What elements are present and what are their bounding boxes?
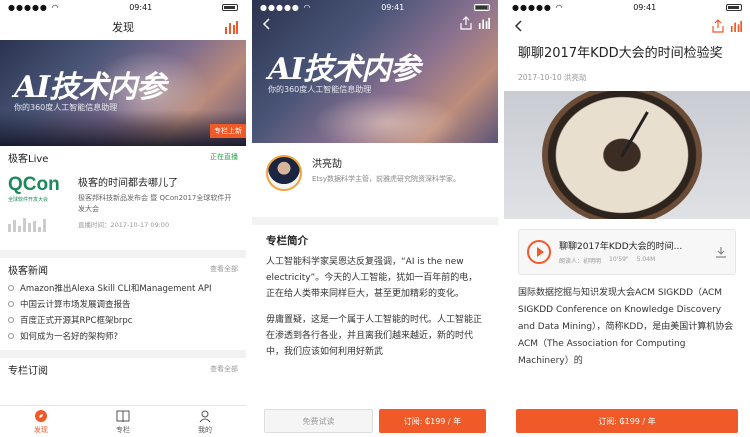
- share-icon[interactable]: [712, 19, 724, 33]
- signal-icon: ●●●●● ◠: [512, 2, 564, 12]
- intro-paragraph: 人工智能科学家吴恩达反复强调，“AI is the new electricit…: [266, 257, 478, 299]
- article-body: 聊聊2017年KDD大会的时间检验奖 2017-10-10 洪亮劼 聊聊2017…: [504, 40, 750, 374]
- section-title: 专栏订阅: [8, 365, 48, 377]
- list-item[interactable]: 如何成为一名好的架构师?: [8, 328, 238, 344]
- bullet-icon: [8, 285, 14, 291]
- chart-bars-icon[interactable]: [224, 20, 238, 34]
- status-bar: ●●●●● ◠ 09:41: [0, 0, 246, 14]
- article-meta: 2017-10-10 洪亮劼: [518, 73, 587, 82]
- discover-screen: ●●●●● ◠ 09:41 发现 AI技术内参 你的360度人工智能信息助理 专…: [0, 0, 246, 437]
- battery-icon: [474, 3, 490, 11]
- live-title: 极客的时间都去哪儿了: [78, 178, 178, 189]
- banner-subtitle: 你的360度人工智能信息助理: [268, 85, 372, 94]
- bullet-icon: [8, 333, 14, 339]
- audio-title: 聊聊2017年KDD大会的时间...: [559, 242, 683, 252]
- intro-paragraph: 毋庸置疑，这是一个属于人工智能的时代。人工智能正在渗透到各行各业，并且离我们越来…: [266, 315, 483, 357]
- column-section-header: 专栏订阅 查看全部: [0, 358, 246, 380]
- bottom-actions: 免费试读 订阅: ₲199 / 年: [252, 405, 498, 437]
- audio-player[interactable]: 聊聊2017年KDD大会的时间... 朗读人：初明明 10'59" 5.04M: [518, 229, 736, 275]
- live-desc: 极客邦科技新品发布会 暨 QCon2017全球软件开发大会: [78, 194, 232, 213]
- share-icon[interactable]: [460, 16, 472, 30]
- battery-icon: [222, 3, 238, 11]
- banner-tag: 专栏上新: [210, 124, 246, 138]
- live-time: 直播时间：2017-10-17 09:00: [78, 221, 170, 229]
- status-time: 09:41: [633, 2, 657, 12]
- intro-title: 专栏简介: [266, 235, 308, 247]
- audio-size: 5.04M: [636, 256, 656, 263]
- nav-bar: [504, 14, 750, 40]
- promo-banner[interactable]: AI技术内参 你的360度人工智能信息助理 专栏上新: [0, 40, 246, 146]
- tab-bar: 发现 专栏 我的: [0, 405, 246, 437]
- tab-discover[interactable]: 发现: [0, 406, 82, 437]
- tab-label: 发现: [34, 425, 48, 434]
- column-detail-screen: ●●●●● ◠ 09:41 AI技术内参 你的360度人工智能信息助理 洪亮劼 …: [252, 0, 498, 437]
- news-list: Amazon推出Alexa Skill CLI和Management API 中…: [0, 280, 246, 344]
- chart-bars-icon[interactable]: [730, 19, 742, 33]
- book-icon: [116, 410, 130, 422]
- signal-icon: ●●●●● ◠: [8, 2, 60, 12]
- column-banner: ●●●●● ◠ 09:41 AI技术内参 你的360度人工智能信息助理: [252, 0, 498, 143]
- back-icon[interactable]: [262, 18, 272, 30]
- article-paragraph: 国际数据挖掘与知识发现大会ACM SIGKDD（ACM SIGKDD Confe…: [518, 288, 734, 366]
- section-title: 极客Live: [8, 153, 49, 165]
- signal-icon: ●●●●● ◠: [260, 2, 312, 12]
- status-bar: ●●●●● ◠ 09:41: [252, 0, 498, 14]
- author-name: 洪亮劼: [312, 159, 342, 170]
- compass-icon: [35, 409, 47, 422]
- battery-icon: [726, 3, 742, 11]
- chart-bars-icon[interactable]: [478, 16, 490, 30]
- qcon-logo-text: QCon: [8, 174, 60, 195]
- news-section-header: 极客新闻 查看全部: [0, 258, 246, 280]
- status-bar: ●●●●● ◠ 09:41: [504, 0, 750, 14]
- bullet-icon: [8, 301, 14, 307]
- audio-reader: 朗读人：初明明: [559, 258, 602, 265]
- user-icon: [199, 410, 211, 422]
- article-image: [504, 91, 750, 219]
- list-item[interactable]: 中国云计算市场发展调查报告: [8, 296, 238, 312]
- tab-label: 我的: [198, 425, 212, 434]
- news-title: Amazon推出Alexa Skill CLI和Management API: [20, 284, 212, 294]
- subscribe-button[interactable]: 订阅: ₲199 / 年: [516, 409, 738, 433]
- qcon-logo: QCon 全球软件开发大会: [8, 174, 70, 232]
- bullet-icon: [8, 317, 14, 323]
- author-desc: Etsy数据科学主管，前雅虎研究院资深科学家。: [312, 175, 460, 183]
- tab-column[interactable]: 专栏: [82, 406, 164, 437]
- status-time: 09:41: [381, 2, 405, 12]
- page-title: 发现: [112, 21, 134, 34]
- status-time: 09:41: [129, 2, 153, 12]
- live-section-header: 极客Live 正在直播: [0, 146, 246, 168]
- news-title: 如何成为一名好的架构师?: [20, 332, 119, 342]
- banner-subtitle: 你的360度人工智能信息助理: [14, 103, 118, 112]
- nav-bar: 发现: [0, 14, 246, 40]
- article-title: 聊聊2017年KDD大会的时间检验奖: [518, 46, 723, 61]
- tab-label: 专栏: [116, 425, 130, 434]
- play-icon[interactable]: [527, 240, 551, 264]
- free-trial-button[interactable]: 免费试读: [264, 409, 373, 433]
- banner-title: AI技术内参: [14, 70, 166, 105]
- list-item[interactable]: 百度正式开源其RPC框架brpc: [8, 312, 238, 328]
- subscribe-button[interactable]: 订阅: ₲199 / 年: [379, 409, 486, 433]
- banner-title: AI技术内参: [268, 52, 420, 87]
- list-item[interactable]: Amazon推出Alexa Skill CLI和Management API: [8, 280, 238, 296]
- news-title: 中国云计算市场发展调查报告: [20, 300, 131, 310]
- live-card[interactable]: QCon 全球软件开发大会 极客的时间都去哪儿了 极客邦科技新品发布会 暨 QC…: [0, 168, 246, 250]
- news-title: 百度正式开源其RPC框架brpc: [20, 316, 133, 326]
- avatar: [266, 155, 302, 191]
- author-card[interactable]: 洪亮劼 Etsy数据科学主管，前雅虎研究院资深科学家。: [252, 143, 498, 217]
- back-icon[interactable]: [514, 20, 524, 32]
- qcon-logo-caption: 全球软件开发大会: [8, 197, 49, 203]
- audio-duration: 10'59": [609, 256, 629, 263]
- news-more-link[interactable]: 查看全部: [210, 264, 238, 274]
- column-intro: 专栏简介 人工智能科学家吴恩达反复强调，“AI is the new elect…: [252, 225, 498, 378]
- article-screen: ●●●●● ◠ 09:41 聊聊2017年KDD大会的时间检验奖 2017-10…: [504, 0, 750, 437]
- section-title: 极客新闻: [8, 265, 48, 277]
- download-icon[interactable]: [715, 246, 727, 258]
- live-status[interactable]: 正在直播: [210, 152, 238, 162]
- column-more-link[interactable]: 查看全部: [210, 364, 238, 374]
- tab-mine[interactable]: 我的: [164, 406, 246, 437]
